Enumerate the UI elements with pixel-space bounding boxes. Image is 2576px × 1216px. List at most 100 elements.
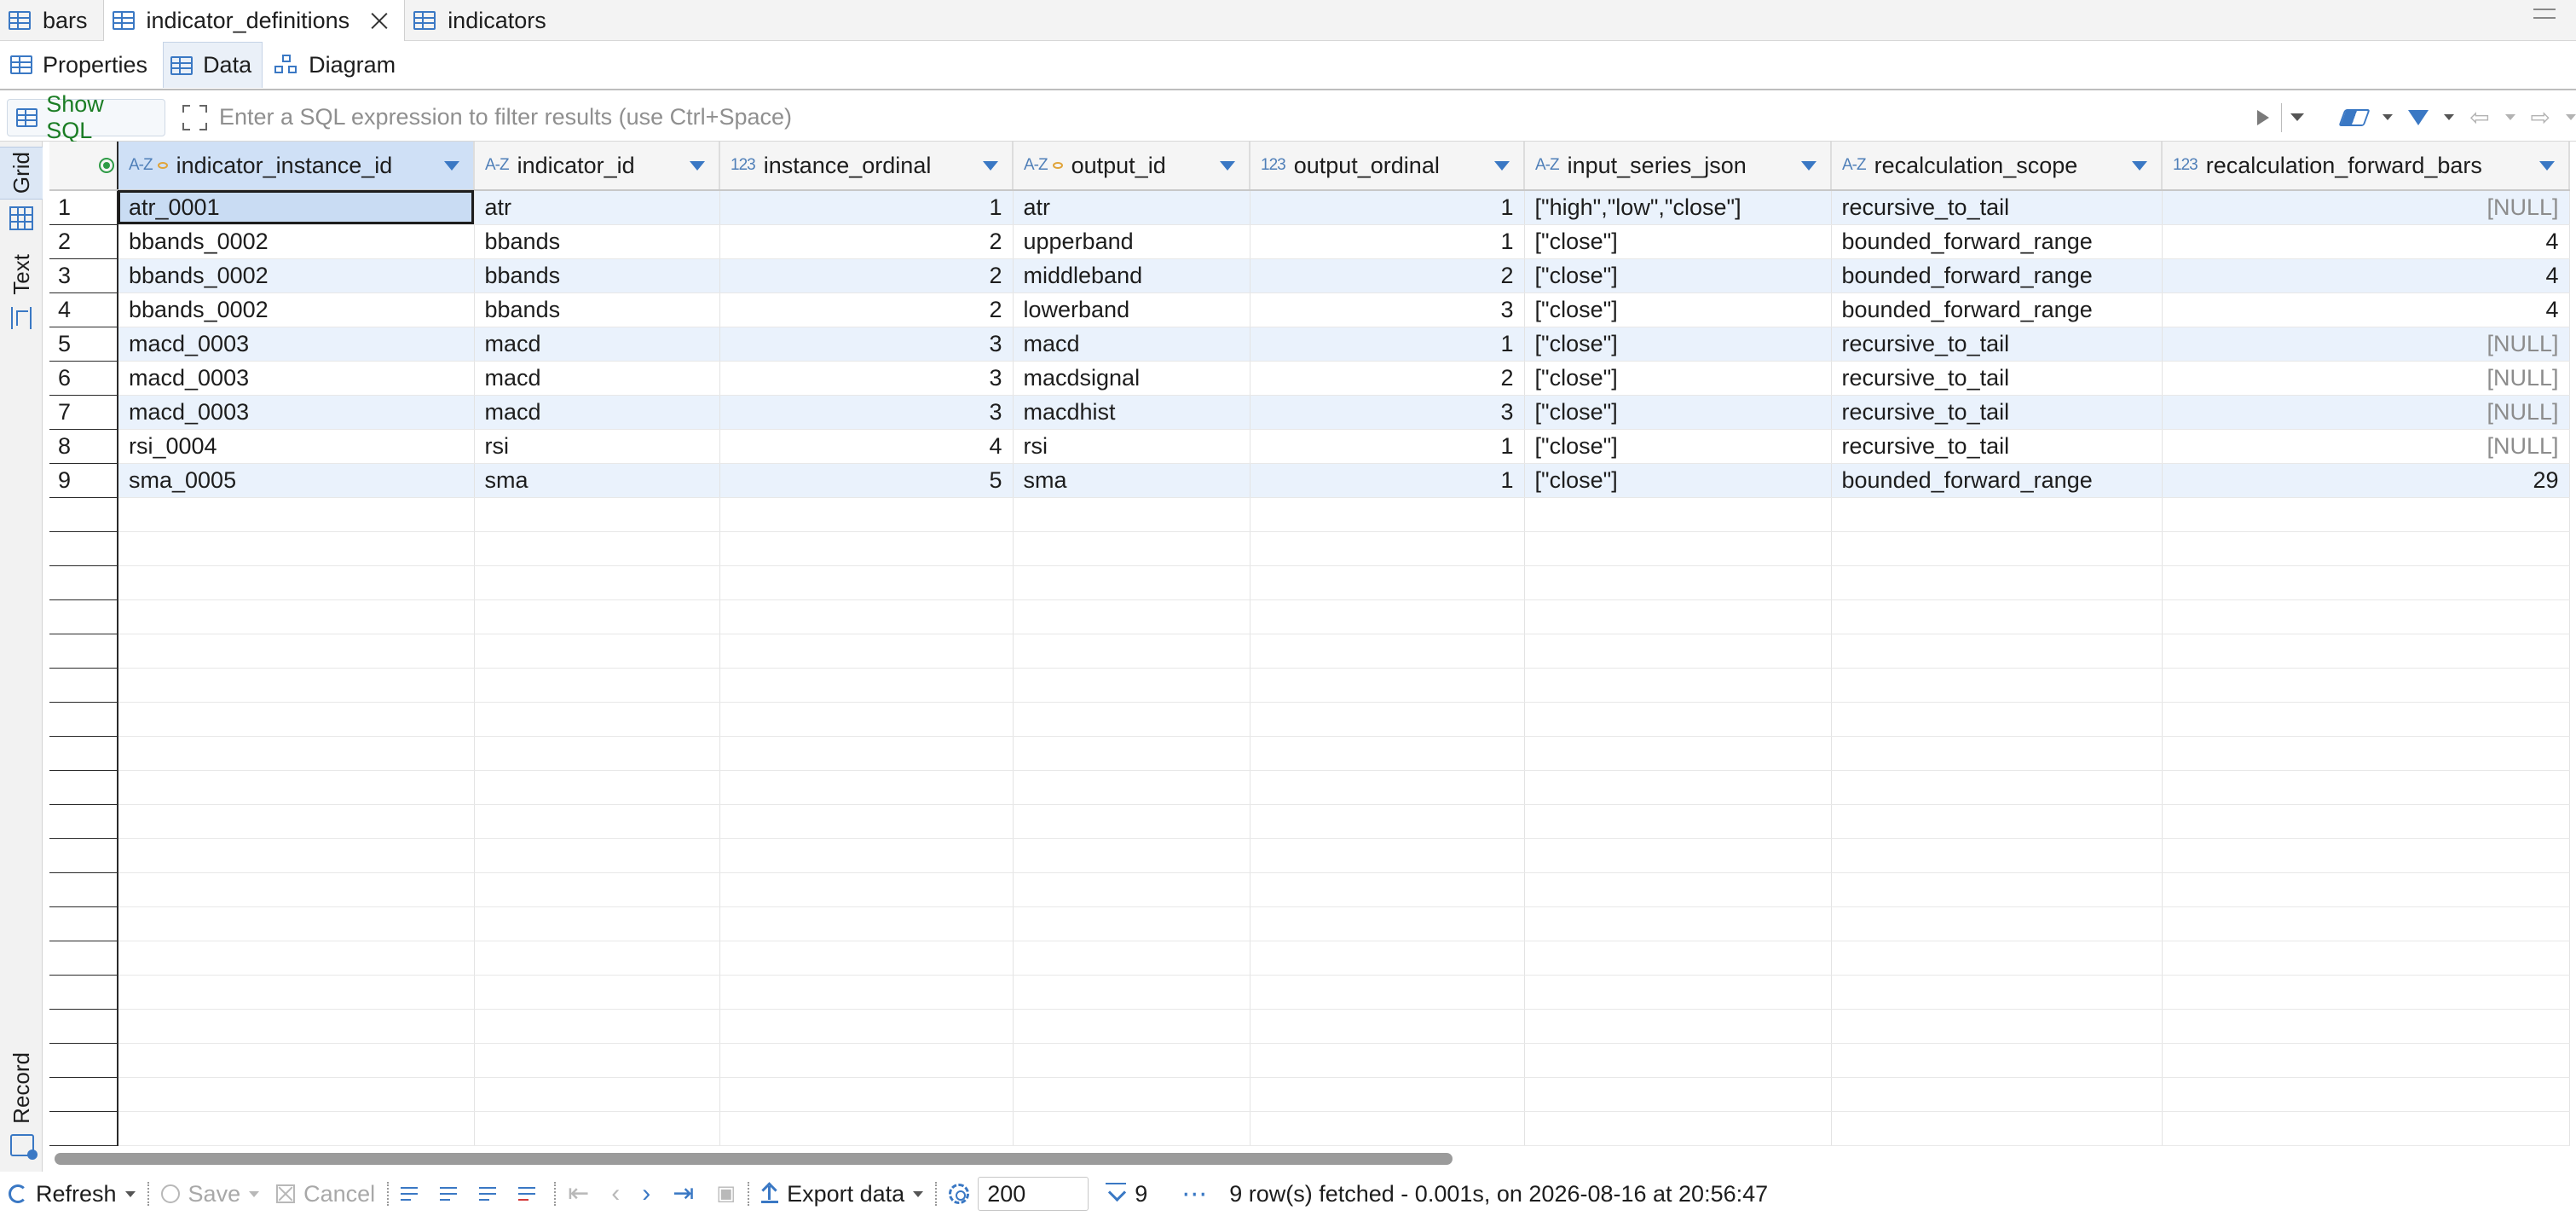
- table-row[interactable]: 4 bbands_0002 bbands 2 lowerband 3 ["close"] bo…: [49, 292, 2570, 327]
- column-header-recalculation-scope[interactable]: A-Z recalculation_scope: [1831, 142, 2163, 191]
- previous-page-icon[interactable]: ‹: [611, 1181, 620, 1207]
- filter-history-dropdown[interactable]: [2281, 102, 2313, 132]
- expand-icon[interactable]: [182, 104, 207, 130]
- table-cell[interactable]: upperband: [1013, 224, 1250, 259]
- table-cell[interactable]: 3: [719, 327, 1014, 362]
- table-cell[interactable]: 3: [1250, 292, 1525, 327]
- table-cell[interactable]: 1: [1250, 190, 1525, 225]
- table-cell[interactable]: ["close"]: [1524, 429, 1832, 464]
- table-cell[interactable]: recursive_to_tail: [1831, 190, 2163, 225]
- table-cell[interactable]: 2: [1250, 258, 1525, 293]
- table-cell[interactable]: ["close"]: [1524, 361, 1832, 396]
- delete-row-icon[interactable]: [518, 1184, 542, 1204]
- column-header-recalculation-forward-bars[interactable]: 123 recalculation_forward_bars: [2162, 142, 2570, 191]
- table-cell[interactable]: ["close"]: [1524, 224, 1832, 259]
- table-cell[interactable]: 29: [2162, 463, 2570, 498]
- table-cell[interactable]: atr: [474, 190, 720, 225]
- table-cell[interactable]: 4: [2162, 258, 2570, 293]
- table-cell[interactable]: 2: [719, 224, 1014, 259]
- back-arrow-icon[interactable]: ⇦: [2469, 105, 2489, 130]
- text-icon[interactable]: [11, 307, 32, 329]
- cancel-button[interactable]: Cancel: [268, 1181, 384, 1207]
- table-row[interactable]: 6 macd_0003 macd 3 macdsignal 2 ["close"] recur…: [49, 361, 2570, 396]
- column-menu-icon[interactable]: [1220, 160, 1235, 171]
- table-cell[interactable]: macd: [1013, 327, 1250, 362]
- save-button[interactable]: Save: [153, 1181, 269, 1207]
- table-cell[interactable]: sma: [474, 463, 720, 498]
- table-cell[interactable]: macdsignal: [1013, 361, 1250, 396]
- table-cell[interactable]: macd_0003: [118, 361, 475, 396]
- table-cell[interactable]: bbands_0002: [118, 258, 475, 293]
- table-cell[interactable]: atr_0001: [118, 190, 475, 225]
- table-cell[interactable]: rsi: [1013, 429, 1250, 464]
- table-row[interactable]: 7 macd_0003 macd 3 macdhist 3 ["close"] recursi…: [49, 395, 2570, 430]
- table-cell[interactable]: ["close"]: [1524, 463, 1832, 498]
- table-row[interactable]: 3 bbands_0002 bbands 2 middleband 2 ["close"] b…: [49, 258, 2570, 293]
- table-cell[interactable]: macdhist: [1013, 395, 1250, 430]
- add-row-icon[interactable]: [440, 1184, 464, 1204]
- table-cell[interactable]: 2: [1250, 361, 1525, 396]
- row-number[interactable]: 6: [49, 361, 118, 396]
- table-cell[interactable]: 3: [719, 395, 1014, 430]
- table-cell[interactable]: ["close"]: [1524, 258, 1832, 293]
- table-cell[interactable]: macd_0003: [118, 327, 475, 362]
- show-sql-button[interactable]: Show SQL: [7, 91, 165, 143]
- first-page-icon[interactable]: ⇤: [568, 1181, 589, 1207]
- table-cell[interactable]: 2: [719, 292, 1014, 327]
- column-header-indicator-id[interactable]: A-Z indicator_id: [474, 142, 720, 191]
- table-cell[interactable]: recursive_to_tail: [1831, 327, 2163, 362]
- table-cell[interactable]: recursive_to_tail: [1831, 395, 2163, 430]
- table-cell[interactable]: ["close"]: [1524, 292, 1832, 327]
- row-number[interactable]: 4: [49, 292, 118, 327]
- table-cell[interactable]: 2: [719, 258, 1014, 293]
- refresh-button[interactable]: Refresh: [0, 1181, 144, 1207]
- table-cell[interactable]: macd: [474, 361, 720, 396]
- column-menu-icon[interactable]: [2132, 160, 2147, 171]
- table-cell[interactable]: bounded_forward_range: [1831, 292, 2163, 327]
- table-cell[interactable]: bbands_0002: [118, 224, 475, 259]
- table-cell[interactable]: 3: [1250, 395, 1525, 430]
- forward-arrow-icon[interactable]: ⇨: [2531, 105, 2550, 130]
- row-number[interactable]: 3: [49, 258, 118, 293]
- chevron-down-icon[interactable]: [2566, 114, 2576, 120]
- table-cell[interactable]: 3: [719, 361, 1014, 396]
- table-cell[interactable]: 1: [1250, 463, 1525, 498]
- table-cell[interactable]: ["close"]: [1524, 395, 1832, 430]
- chevron-down-icon[interactable]: [913, 1190, 924, 1197]
- row-number[interactable]: 2: [49, 224, 118, 259]
- table-cell[interactable]: macd: [474, 395, 720, 430]
- table-cell[interactable]: [NULL]: [2162, 190, 2570, 225]
- table-cell[interactable]: atr: [1013, 190, 1250, 225]
- record-icon[interactable]: [10, 1134, 38, 1160]
- last-page-icon[interactable]: ⇥: [673, 1181, 694, 1207]
- table-row[interactable]: 8 rsi_0004 rsi 4 rsi 1 ["close"] recursive_to_t…: [49, 429, 2570, 464]
- column-header-output-id[interactable]: A-Z output_id: [1013, 142, 1250, 191]
- edit-row-icon[interactable]: [401, 1184, 425, 1204]
- table-cell[interactable]: recursive_to_tail: [1831, 429, 2163, 464]
- column-header-output-ordinal[interactable]: 123 output_ordinal: [1250, 142, 1525, 191]
- tab-diagram[interactable]: Diagram: [268, 42, 406, 88]
- column-menu-icon[interactable]: [444, 160, 459, 171]
- column-menu-icon[interactable]: [2539, 160, 2555, 171]
- fetch-size-input[interactable]: [978, 1177, 1089, 1211]
- side-tab-text[interactable]: Text: [0, 249, 43, 300]
- table-row[interactable]: 1 atr_0001 atr 1 atr 1 ["high","low","close"] r…: [49, 190, 2570, 225]
- side-tab-grid[interactable]: Grid: [0, 147, 43, 200]
- table-row[interactable]: 2 bbands_0002 bbands 2 upperband 1 ["close"] bo…: [49, 224, 2570, 259]
- more-icon[interactable]: ⋯: [1181, 1179, 1209, 1209]
- editor-tab-indicator-definitions[interactable]: indicator_definitions: [102, 0, 406, 41]
- row-number[interactable]: 1: [49, 190, 118, 225]
- table-cell[interactable]: bbands_0002: [118, 292, 475, 327]
- chevron-down-icon[interactable]: [249, 1190, 260, 1197]
- chevron-down-icon[interactable]: [2444, 114, 2455, 120]
- chevron-down-icon[interactable]: [2383, 114, 2394, 120]
- column-menu-icon[interactable]: [983, 160, 998, 171]
- tab-list-menu-icon[interactable]: [2533, 9, 2556, 19]
- column-menu-icon[interactable]: [1801, 160, 1816, 171]
- editor-tab-indicators[interactable]: indicators: [405, 0, 562, 41]
- copy-row-icon[interactable]: [479, 1184, 503, 1204]
- column-header-input-series-json[interactable]: A-Z input_series_json: [1524, 142, 1832, 191]
- column-header-instance-ordinal[interactable]: 123 instance_ordinal: [719, 142, 1014, 191]
- table-cell[interactable]: [NULL]: [2162, 395, 2570, 430]
- filter-input[interactable]: [218, 98, 2234, 136]
